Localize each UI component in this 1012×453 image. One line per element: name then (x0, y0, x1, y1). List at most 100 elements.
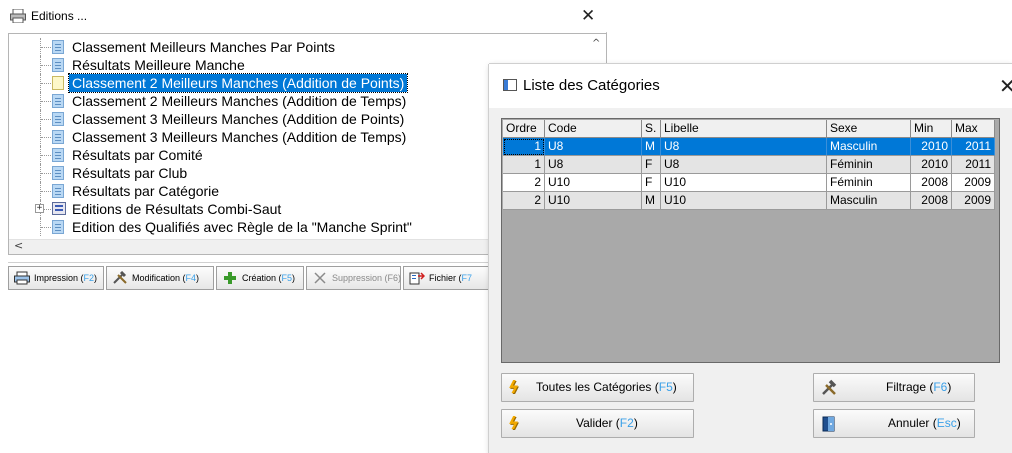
filtrage-key: F6 (933, 380, 948, 394)
document-icon (52, 112, 64, 126)
cell-code: U8 (545, 138, 642, 156)
cell-ordre: 1 (503, 156, 545, 174)
lightning-icon: ϟ (508, 378, 520, 398)
cell-libelle: U10 (661, 174, 827, 192)
categories-title: Liste des Catégories (523, 77, 660, 94)
export-file-icon (409, 272, 425, 285)
column-header-sexe[interactable]: Sexe (827, 120, 911, 138)
cell-libelle: U8 (661, 138, 827, 156)
document-icon (52, 40, 64, 54)
modification-label: Modification ( (132, 273, 186, 283)
valider-label: Valider ( (576, 416, 620, 430)
cell-min: 2010 (911, 156, 952, 174)
column-header-min[interactable]: Min (911, 120, 952, 138)
tree-item-label: Classement 2 Meilleurs Manches (Addition… (67, 73, 409, 93)
fichier-label: Fichier ( (429, 273, 462, 283)
close-icon[interactable]: ✕ (581, 6, 595, 26)
toutes-categories-button[interactable]: ϟ Toutes les Catégories (F5) (501, 373, 694, 402)
scroll-up-icon[interactable]: ^ (592, 38, 600, 49)
valider-button[interactable]: ϟ Valider (F2) (501, 409, 694, 438)
filtrage-button[interactable]: Filtrage (F6) (813, 373, 975, 402)
toutes-key: F5 (658, 380, 673, 394)
document-icon (52, 184, 64, 198)
document-icon (52, 148, 64, 162)
tree-item-label: Editions de Résultats Combi-Saut (72, 201, 282, 217)
fichier-button[interactable]: Fichier (F7 (403, 266, 493, 290)
table-row[interactable]: 1 U8 F U8 Féminin 2010 2011 (503, 156, 995, 174)
column-header-max[interactable]: Max (952, 120, 995, 138)
column-header-libelle[interactable]: Libelle (661, 120, 827, 138)
cell-libelle: U8 (661, 156, 827, 174)
categories-grid[interactable]: Ordre Code S. Libelle Sexe Min Max 1 U8 M U8 Mascul… (501, 118, 1000, 363)
window-icon (503, 79, 517, 91)
tree-connector (41, 137, 51, 138)
cell-min: 2010 (911, 138, 952, 156)
tree-connector (41, 191, 51, 192)
impression-label: Impression ( (34, 273, 84, 283)
tree-connector (41, 65, 51, 66)
document-icon (52, 76, 64, 90)
impression-button[interactable]: Impression (F2) (8, 266, 104, 290)
tree-item-label: Résultats par Catégorie (72, 183, 220, 199)
annuler-button[interactable]: Annuler (Esc) (813, 409, 975, 438)
suppression-button[interactable]: Suppression (F6) (306, 266, 401, 290)
tree-connector (41, 173, 51, 174)
add-icon (224, 272, 236, 284)
cell-sexe: Masculin (827, 138, 911, 156)
close-icon[interactable]: ✕ (999, 74, 1012, 98)
categories-dialog: Liste des Catégories ✕ Ordre Code S. Libell… (489, 64, 1012, 453)
tree-connector (41, 119, 51, 120)
lightning-icon: ϟ (508, 414, 520, 434)
filtrage-close: ) (947, 380, 952, 394)
tools-icon (822, 379, 837, 395)
cell-code: U10 (545, 192, 642, 210)
modification-button[interactable]: Modification (F4) (106, 266, 214, 290)
tree-connector (41, 227, 51, 228)
annuler-close: ) (956, 416, 961, 430)
tree-connector (41, 155, 51, 156)
creation-button[interactable]: Création (F5) (216, 266, 304, 290)
toutes-close: ) (672, 380, 677, 394)
valider-key: F2 (619, 416, 634, 430)
document-icon (52, 220, 64, 234)
tree-item[interactable]: Classement Meilleurs Manches Par Points (9, 38, 589, 56)
column-header-code[interactable]: Code (545, 120, 642, 138)
printer-icon (10, 9, 26, 23)
cell-ordre: 2 (503, 174, 545, 192)
fichier-key: F7 (461, 273, 473, 283)
table-row[interactable]: 2 U10 F U10 Féminin 2008 2009 (503, 174, 995, 192)
exit-door-icon (822, 416, 835, 432)
column-header-ordre[interactable]: Ordre (503, 120, 545, 138)
creation-label: Création ( (242, 273, 282, 283)
scroll-left-icon[interactable]: < (14, 239, 23, 252)
cell-sexe: Féminin (827, 156, 911, 174)
creation-key: F5 (281, 273, 293, 283)
column-header-s[interactable]: S. (642, 120, 661, 138)
tree-connector (41, 47, 51, 48)
document-icon (52, 166, 64, 180)
tree-item-label: Classement 3 Meilleurs Manches (Addition… (72, 129, 407, 145)
expand-icon[interactable]: + (35, 204, 44, 213)
cell-code: U8 (545, 156, 642, 174)
toutes-label: Toutes les Catégories ( (536, 380, 659, 394)
cell-code: U10 (545, 174, 642, 192)
editions-titlebar: Editions ... ✕ (0, 0, 607, 32)
cell-max: 2009 (952, 174, 995, 192)
cell-sexe: Masculin (827, 192, 911, 210)
report-group-icon (52, 202, 66, 215)
cell-ordre: 2 (503, 192, 545, 210)
document-icon (52, 94, 64, 108)
cell-ordre: 1 (503, 138, 545, 156)
annuler-label: Annuler ( (888, 416, 937, 430)
table-row[interactable]: 2 U10 M U10 Masculin 2008 2009 (503, 192, 995, 210)
cell-max: 2009 (952, 192, 995, 210)
tree-item-label: Résultats Meilleure Manche (72, 57, 245, 73)
modification-close: ) (196, 273, 200, 283)
cell-sexe: Féminin (827, 174, 911, 192)
delete-icon (314, 272, 326, 284)
grid-header-row: Ordre Code S. Libelle Sexe Min Max (503, 120, 995, 138)
cell-s: F (642, 174, 661, 192)
cell-s: M (642, 138, 661, 156)
cell-max: 2011 (952, 156, 995, 174)
table-row[interactable]: 1 U8 M U8 Masculin 2010 2011 (503, 138, 995, 156)
